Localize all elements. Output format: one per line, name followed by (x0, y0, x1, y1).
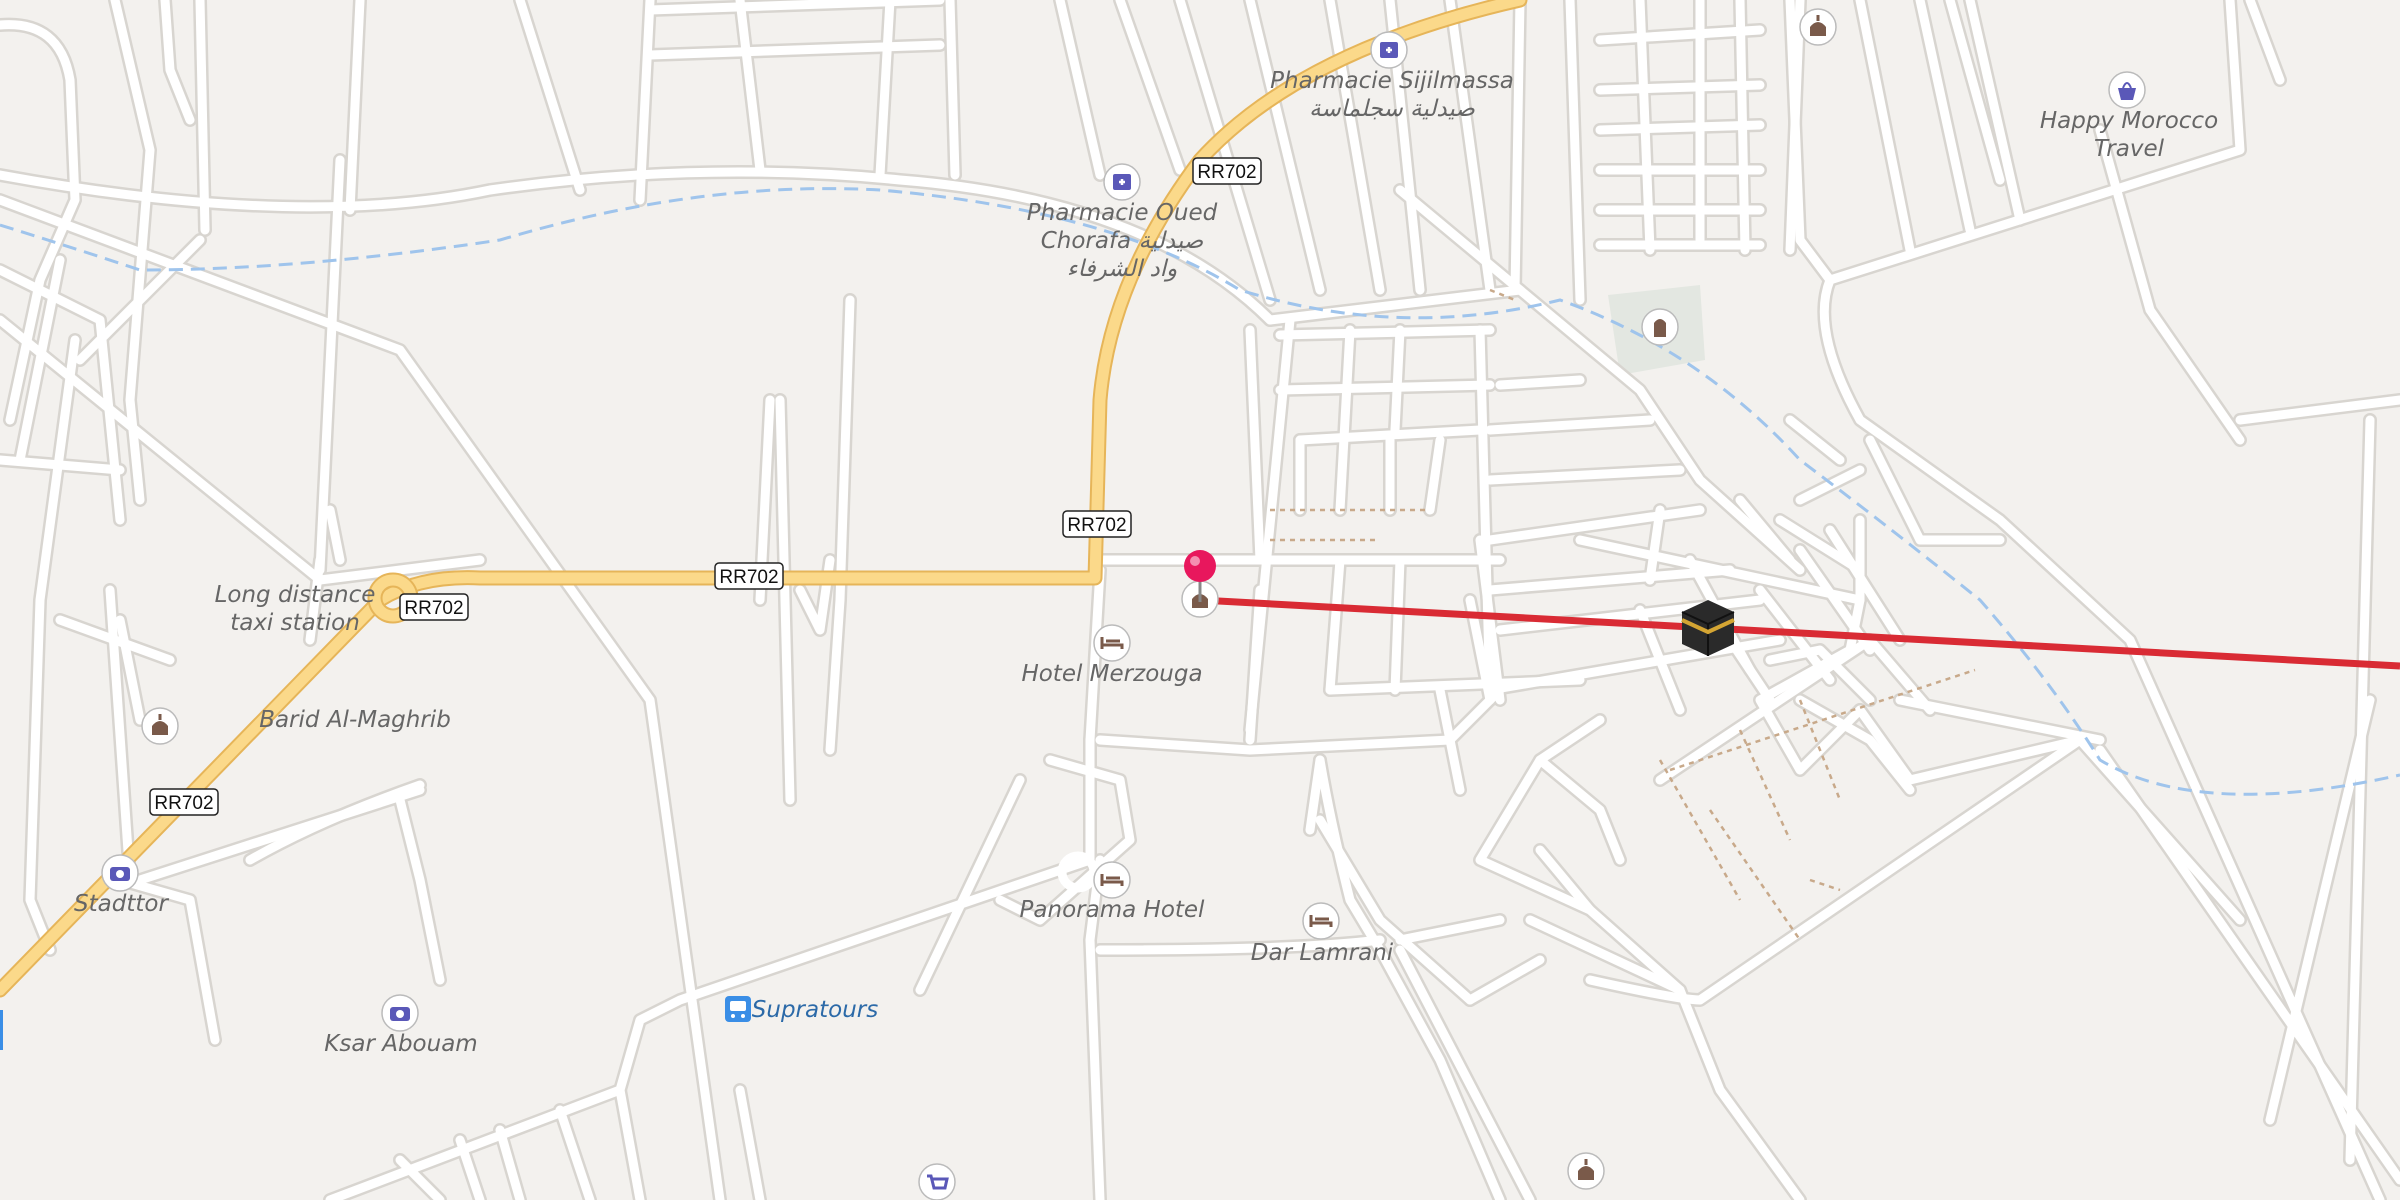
road-shield: RR702 (1192, 157, 1262, 185)
svg-text:RR702: RR702 (1197, 162, 1256, 183)
poi-label-supratours: Supratours (752, 997, 878, 1023)
poi-label-barid-al-maghrib: Barid Al-Maghrib (259, 707, 451, 733)
svg-text:taxi station: taxi station (230, 610, 360, 636)
bus-icon[interactable] (725, 996, 751, 1022)
partial-icon-left-edge (0, 1010, 3, 1050)
road-shield: RR702 (1062, 510, 1132, 538)
poi-label-ksar-abouam: Ksar Abouam (324, 1031, 477, 1057)
svg-text:واد الشرفاء: واد الشرفاء (1067, 256, 1177, 282)
svg-text:صيدلية سجلماسة: صيدلية سجلماسة (1309, 96, 1475, 122)
poi-label-panorama-hotel: Panorama Hotel (1020, 897, 1206, 923)
camera-icon[interactable] (381, 994, 419, 1032)
road-shield: RR702 (149, 788, 219, 816)
poi-label-dar-lamrani: Dar Lamrani (1251, 940, 1394, 966)
kaaba-icon[interactable] (1681, 600, 1735, 656)
shopping-cart-icon[interactable] (918, 1163, 956, 1200)
bed-icon[interactable] (1093, 861, 1131, 899)
mosque-icon[interactable] (1799, 8, 1837, 46)
shopping-bag-icon[interactable] (2108, 71, 2146, 109)
camera-icon[interactable] (101, 854, 139, 892)
road-shield: RR702 (399, 593, 469, 621)
tombstone-icon[interactable] (1641, 308, 1679, 346)
svg-text:RR702: RR702 (404, 598, 463, 619)
svg-text:Pharmacie Oued: Pharmacie Oued (1027, 200, 1218, 226)
map-canvas[interactable]: RR702 RR702 RR702 RR702 RR702 Pharmacie … (0, 0, 2400, 1200)
mosque-icon[interactable] (1567, 1152, 1605, 1190)
svg-text:RR702: RR702 (719, 567, 778, 588)
svg-text:Happy Morocco: Happy Morocco (2040, 108, 2218, 134)
pharmacy-icon[interactable] (1103, 163, 1141, 201)
svg-text:Chorafa صيدلية: Chorafa صيدلية (1041, 228, 1204, 254)
svg-text:RR702: RR702 (154, 793, 213, 814)
mosque-icon[interactable] (141, 707, 179, 745)
bed-icon[interactable] (1302, 902, 1340, 940)
pharmacy-icon[interactable] (1370, 31, 1408, 69)
svg-text:Pharmacie Sijilmassa: Pharmacie Sijilmassa (1270, 68, 1514, 94)
svg-text:Long distance: Long distance (215, 582, 376, 608)
road-shield: RR702 (714, 562, 784, 590)
svg-text:Travel: Travel (2094, 136, 2165, 162)
poi-label-hotel-merzouga: Hotel Merzouga (1021, 661, 1202, 687)
svg-text:RR702: RR702 (1067, 515, 1126, 536)
bed-icon[interactable] (1093, 624, 1131, 662)
poi-label-stadttor: Stadttor (74, 891, 169, 917)
